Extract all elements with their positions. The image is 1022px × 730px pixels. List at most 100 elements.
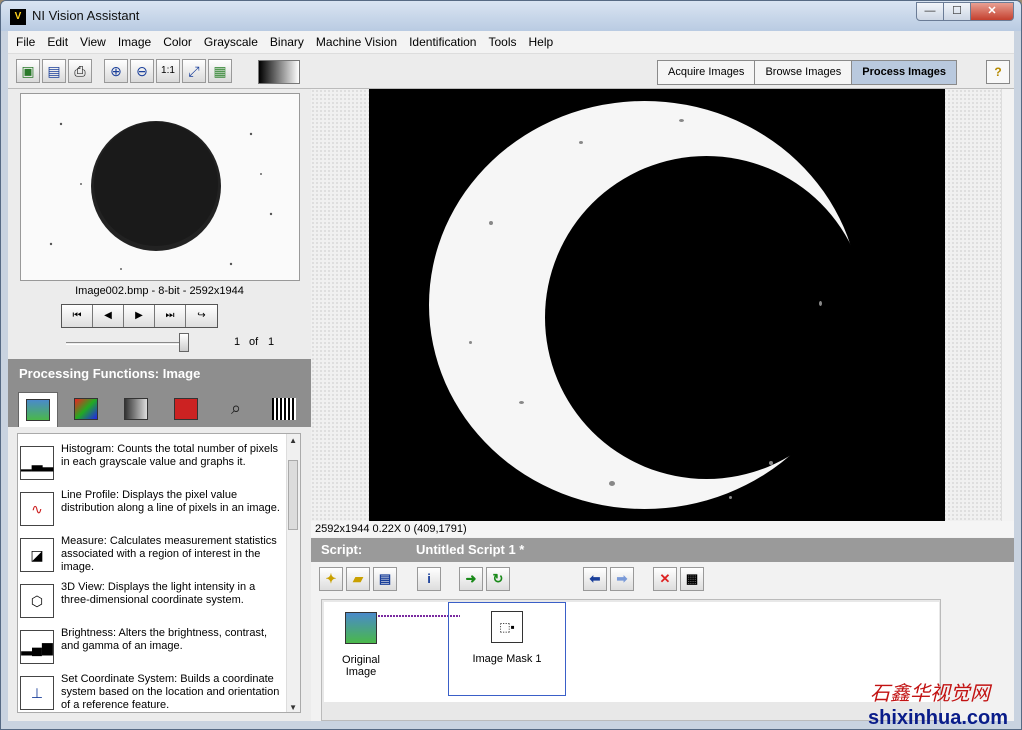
tab-grayscale-functions[interactable]: [116, 392, 156, 427]
measure-icon: ◪: [20, 538, 54, 572]
mode-tabs: Acquire Images Browse Images Process Ima…: [657, 60, 958, 85]
viewer-scrollbar[interactable]: [1001, 89, 1014, 521]
save-script-icon[interactable]: ▤: [373, 567, 397, 591]
menu-image[interactable]: Image: [112, 35, 157, 49]
delete-step-icon[interactable]: ✕: [653, 567, 677, 591]
barcode-icon: [272, 398, 296, 420]
return-button[interactable]: ↪: [186, 305, 217, 327]
run-once-icon[interactable]: ➜: [459, 567, 483, 591]
tab-process-images[interactable]: Process Images: [852, 61, 957, 84]
tab-browse-images[interactable]: Browse Images: [755, 61, 853, 84]
run-continuous-icon[interactable]: ↻: [486, 567, 510, 591]
maximize-button[interactable]: ☐: [943, 2, 971, 21]
function-title: Measure:: [61, 535, 107, 547]
menu-view[interactable]: View: [74, 35, 112, 49]
ni-vision-icon: V: [10, 9, 26, 25]
processing-function-list: ▁▃▂ Histogram: Counts the total number o…: [17, 433, 301, 713]
image-mask-icon: ⬚▪: [491, 611, 523, 643]
step-image-mask[interactable]: ⬚▪ Image Mask 1: [448, 602, 566, 696]
close-button[interactable]: ✕: [970, 2, 1014, 21]
color-functions-icon: [74, 398, 98, 420]
script-steps-area: Original Image ⬚▪ Image Mask 1: [321, 599, 941, 721]
tab-color-functions[interactable]: [66, 392, 106, 427]
image-navigator: ⏮ ◀ ▶ ⏭ ↪: [61, 304, 218, 328]
zoom-out-icon[interactable]: ⊖: [130, 59, 154, 83]
app-window: V NI Vision Assistant — ☐ ✕ File Edit Vi…: [0, 0, 1022, 730]
function-measure[interactable]: ◪ Measure: Calculates measurement statis…: [18, 535, 288, 582]
step-original-image[interactable]: Original Image: [326, 612, 396, 678]
tab-machine-vision-functions[interactable]: ⌕: [216, 392, 256, 427]
3d-view-icon: ⬡: [20, 584, 54, 618]
function-3d-view[interactable]: ⬡ 3D View: Displays the light intensity …: [18, 581, 288, 628]
page-current: 1: [234, 336, 241, 348]
function-set-coordinate-system[interactable]: ⊥ Set Coordinate System: Builds a coordi…: [18, 673, 288, 712]
info-icon[interactable]: i: [417, 567, 441, 591]
file-info-label: Image002.bmp - 8-bit - 2592x1944: [75, 285, 244, 297]
masked-center: [545, 156, 868, 479]
image-slider-handle[interactable]: [179, 333, 189, 352]
image-functions-icon: [26, 399, 50, 421]
script-label: Script:: [321, 542, 363, 557]
tab-acquire-images[interactable]: Acquire Images: [658, 61, 756, 84]
zoom-in-icon[interactable]: ⊕: [104, 59, 128, 83]
step-back-icon[interactable]: ⬅: [583, 567, 607, 591]
scroll-up-icon[interactable]: ▲: [289, 436, 297, 445]
histogram-icon: ▁▃▂: [20, 446, 54, 480]
menu-identification[interactable]: Identification: [403, 35, 482, 49]
processed-image: [369, 89, 945, 521]
menu-binary[interactable]: Binary: [264, 35, 310, 49]
zoom-1to1-icon[interactable]: 1:1: [156, 59, 180, 83]
scroll-down-icon[interactable]: ▼: [289, 703, 297, 712]
menu-tools[interactable]: Tools: [482, 35, 522, 49]
print-icon[interactable]: ⎙: [68, 59, 92, 83]
tab-identification-functions[interactable]: [264, 392, 304, 427]
new-script-icon[interactable]: ✦: [319, 567, 343, 591]
menu-help[interactable]: Help: [523, 35, 560, 49]
first-image-button[interactable]: ⏮: [62, 305, 93, 327]
menu-file[interactable]: File: [10, 35, 41, 49]
step-forward-icon[interactable]: ➡: [610, 567, 634, 591]
brightness-icon: ▂▄▆: [20, 630, 54, 664]
minimize-button[interactable]: —: [916, 2, 944, 21]
last-image-button[interactable]: ⏭: [155, 305, 186, 327]
coordinate-system-icon: ⊥: [20, 676, 54, 710]
function-title: Histogram:: [61, 443, 115, 455]
save-image-icon[interactable]: ▤: [42, 59, 66, 83]
menu-machine-vision[interactable]: Machine Vision: [310, 35, 403, 49]
image-thumbnail[interactable]: [20, 93, 300, 281]
grayscale-functions-icon: [124, 398, 148, 420]
image-viewer[interactable]: [311, 89, 1001, 521]
function-title: Line Profile:: [61, 489, 120, 501]
next-image-button[interactable]: ▶: [124, 305, 155, 327]
thumbnail-image: [21, 94, 299, 280]
tab-binary-functions[interactable]: [166, 392, 206, 427]
menu-color[interactable]: Color: [157, 35, 198, 49]
scroll-thumb[interactable]: [288, 460, 298, 530]
function-histogram[interactable]: ▁▃▂ Histogram: Counts the total number o…: [18, 443, 288, 490]
watermark-chinese: 石鑫华视觉网: [870, 681, 990, 705]
menu-bar: File Edit View Image Color Grayscale Bin…: [8, 31, 1014, 53]
main-toolbar: ▣ ▤ ⎙ ⊕ ⊖ 1:1 ⤢ ▦ Acquire Images Browse …: [8, 53, 1014, 89]
zoom-fit-icon[interactable]: ⤢: [182, 59, 206, 83]
menu-edit[interactable]: Edit: [41, 35, 74, 49]
function-title: Set Coordinate System:: [61, 673, 178, 685]
tab-image-functions[interactable]: [18, 392, 58, 427]
watermark-url: shixinhua.com: [868, 707, 1009, 729]
function-title: Brightness:: [61, 627, 117, 639]
title-bar: V NI Vision Assistant — ☐ ✕: [1, 1, 1021, 31]
palette-gradient[interactable]: [258, 60, 300, 84]
palette-icon[interactable]: ▦: [208, 59, 232, 83]
script-header: Script: Untitled Script 1 *: [311, 538, 1014, 562]
menu-grayscale[interactable]: Grayscale: [198, 35, 264, 49]
function-list-scrollbar[interactable]: ▲ ▼: [286, 434, 300, 712]
previous-image-button[interactable]: ◀: [93, 305, 124, 327]
function-brightness[interactable]: ▂▄▆ Brightness: Alters the brightness, c…: [18, 627, 288, 674]
help-button[interactable]: ?: [986, 60, 1010, 84]
image-status: 2592x1944 0.22X 0 (409,1791): [311, 521, 1014, 537]
script-properties-icon[interactable]: ▦: [680, 567, 704, 591]
function-title: 3D View:: [61, 581, 105, 593]
function-line-profile[interactable]: ∿ Line Profile: Displays the pixel value…: [18, 489, 288, 536]
open-script-icon[interactable]: ▰: [346, 567, 370, 591]
image-slider-track: [66, 342, 186, 345]
open-image-icon[interactable]: ▣: [16, 59, 40, 83]
